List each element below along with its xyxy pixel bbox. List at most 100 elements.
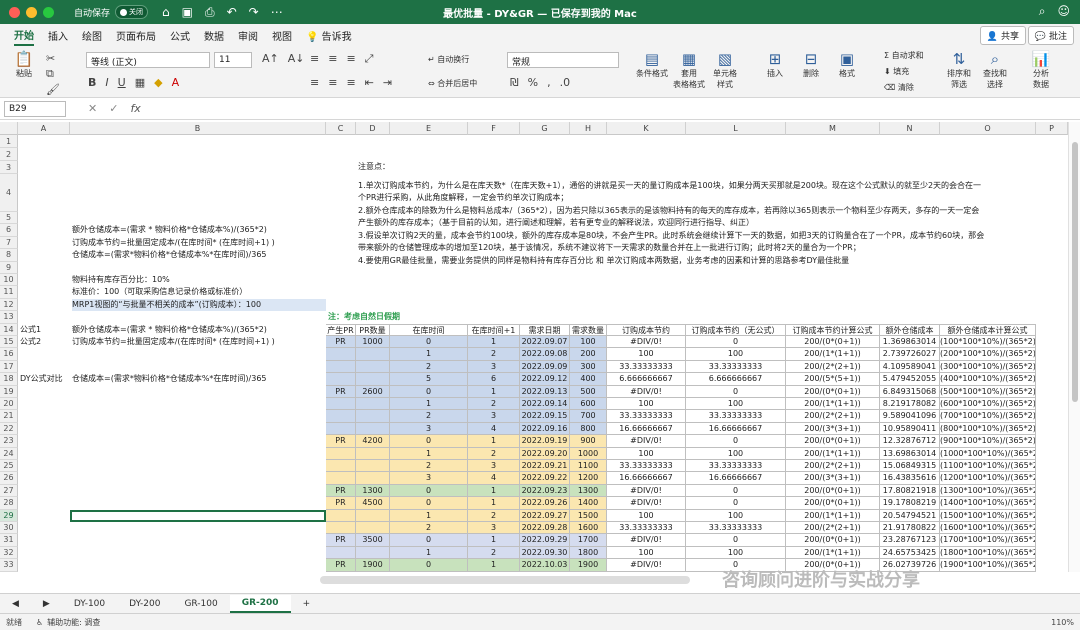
- table-cell[interactable]: 200/(2*(2+1)): [786, 522, 880, 535]
- table-cell[interactable]: 1900: [356, 559, 390, 572]
- table-cell[interactable]: #DIV/0!: [607, 385, 686, 398]
- table-cell[interactable]: 1: [468, 484, 520, 498]
- align-left-icon[interactable]: ≡: [310, 76, 319, 89]
- column-header[interactable]: K: [607, 122, 686, 135]
- table-cell[interactable]: (1000*100*10%)/(365*2): [940, 447, 1036, 460]
- cancel-icon[interactable]: ✕: [88, 102, 97, 115]
- sort-filter-button[interactable]: ⇅ 排序和 筛选: [944, 50, 974, 90]
- align-right-icon[interactable]: ≡: [346, 76, 355, 89]
- column-header[interactable]: L: [686, 122, 786, 135]
- clear-button[interactable]: ⌫ 清除: [884, 82, 914, 93]
- table-cell[interactable]: 16.43835616: [880, 472, 940, 485]
- row-header[interactable]: 26: [0, 472, 18, 485]
- table-cell[interactable]: 200/(5*(5+1)): [786, 373, 880, 386]
- table-cell[interactable]: 1: [468, 385, 520, 398]
- table-cell[interactable]: PR: [326, 385, 356, 398]
- font-select[interactable]: 等线 (正文): [86, 52, 210, 68]
- table-cell[interactable]: 100: [607, 509, 686, 522]
- table-cell[interactable]: PR: [326, 484, 356, 498]
- table-cell[interactable]: 1300: [356, 484, 390, 498]
- column-header[interactable]: N: [880, 122, 940, 135]
- table-cell[interactable]: 1: [468, 435, 520, 448]
- table-cell[interactable]: 2022.09.16: [520, 422, 570, 436]
- table-cell[interactable]: 1: [468, 497, 520, 510]
- tab-formulas[interactable]: 公式: [170, 26, 190, 45]
- paste-button[interactable]: 📋 粘贴: [10, 50, 38, 79]
- table-cell[interactable]: 1: [468, 336, 520, 349]
- table-cell[interactable]: 400: [570, 373, 607, 386]
- table-cell[interactable]: 0: [390, 385, 468, 398]
- table-cell[interactable]: 1: [390, 348, 468, 361]
- table-cell[interactable]: 2022.09.22: [520, 472, 570, 485]
- delete-button[interactable]: ⊟ 删除: [798, 50, 824, 79]
- table-cell[interactable]: (300*100*10%)/(365*2): [940, 360, 1036, 374]
- table-cell[interactable]: 100: [686, 348, 786, 361]
- cut-icon[interactable]: ✂: [46, 52, 60, 65]
- table-cell[interactable]: PR: [326, 336, 356, 349]
- tab-home[interactable]: 开始: [14, 25, 34, 46]
- column-header[interactable]: O: [940, 122, 1036, 135]
- decimal-icon[interactable]: .0: [560, 76, 571, 89]
- table-cell[interactable]: (1700*100*10%)/(365*2): [940, 534, 1036, 547]
- table-cell[interactable]: [356, 522, 390, 535]
- table-cell[interactable]: 5: [390, 373, 468, 386]
- table-cell[interactable]: 1.369863014: [880, 336, 940, 349]
- table-cell[interactable]: 1500: [570, 509, 607, 522]
- table-cell[interactable]: 2022.09.12: [520, 373, 570, 386]
- tab-draw[interactable]: 绘图: [82, 26, 102, 45]
- row-header[interactable]: 11: [0, 286, 18, 299]
- table-cell[interactable]: 100: [686, 546, 786, 560]
- row-header[interactable]: 10: [0, 274, 18, 287]
- row-header[interactable]: 5: [0, 212, 18, 225]
- table-cell[interactable]: 1900: [570, 559, 607, 572]
- table-cell[interactable]: 1400: [570, 497, 607, 510]
- column-header[interactable]: H: [570, 122, 607, 135]
- row-header[interactable]: 20: [0, 398, 18, 411]
- table-cell[interactable]: 4500: [356, 497, 390, 510]
- table-cell[interactable]: 2022.09.27: [520, 509, 570, 522]
- table-cell[interactable]: 1000: [356, 336, 390, 349]
- table-cell[interactable]: (1900*100*10%)/(365*2): [940, 559, 1036, 572]
- table-cell[interactable]: (500*100*10%)/(365*2): [940, 385, 1036, 398]
- table-cell[interactable]: [326, 447, 356, 460]
- add-sheet-icon[interactable]: +: [291, 596, 323, 612]
- wrap-text-button[interactable]: ↵ 自动换行: [428, 54, 469, 65]
- table-cell[interactable]: 33.33333333: [607, 410, 686, 423]
- table-cell[interactable]: 1800: [570, 546, 607, 560]
- row-header[interactable]: 6: [0, 224, 18, 237]
- table-cell[interactable]: PR: [326, 497, 356, 510]
- table-cell[interactable]: 1: [390, 546, 468, 560]
- row-header[interactable]: 13: [0, 311, 18, 324]
- table-cell[interactable]: 2022.09.30: [520, 546, 570, 560]
- align-center-icon[interactable]: ≡: [328, 76, 337, 89]
- table-cell[interactable]: 2022.09.13: [520, 385, 570, 398]
- print-icon[interactable]: ⎙: [205, 5, 215, 20]
- table-cell[interactable]: [326, 360, 356, 374]
- table-cell[interactable]: 200/(1*(1+1)): [786, 509, 880, 522]
- table-cell[interactable]: 2: [468, 348, 520, 361]
- format-as-table-button[interactable]: ▦ 套用 表格格式: [670, 50, 708, 90]
- row-header[interactable]: 30: [0, 522, 18, 535]
- table-cell[interactable]: PR: [326, 435, 356, 448]
- merge-center-button[interactable]: ⇔ 合并后居中: [428, 78, 477, 89]
- table-cell[interactable]: 2022.09.26: [520, 497, 570, 510]
- table-cell[interactable]: [326, 410, 356, 423]
- table-cell[interactable]: [356, 509, 390, 522]
- table-cell[interactable]: #DIV/0!: [607, 484, 686, 498]
- select-all-corner[interactable]: [0, 122, 18, 135]
- horizontal-scrollbar[interactable]: [320, 576, 690, 584]
- table-cell[interactable]: 800: [570, 422, 607, 436]
- table-cell[interactable]: (100*100*10%)/(365*2): [940, 336, 1036, 349]
- table-cell[interactable]: 3: [468, 410, 520, 423]
- table-cell[interactable]: 4: [468, 422, 520, 436]
- indent-icon[interactable]: ⇤: [365, 76, 374, 89]
- table-cell[interactable]: 6.849315068: [880, 385, 940, 398]
- table-cell[interactable]: 0: [686, 534, 786, 547]
- table-cell[interactable]: 6.666666667: [607, 373, 686, 386]
- table-cell[interactable]: 0: [686, 497, 786, 510]
- search-icon[interactable]: ⌕: [1039, 4, 1046, 19]
- row-header[interactable]: 2: [0, 148, 18, 161]
- row-header[interactable]: 9: [0, 261, 18, 274]
- table-cell[interactable]: 1000: [570, 447, 607, 460]
- table-cell[interactable]: 33.33333333: [686, 522, 786, 535]
